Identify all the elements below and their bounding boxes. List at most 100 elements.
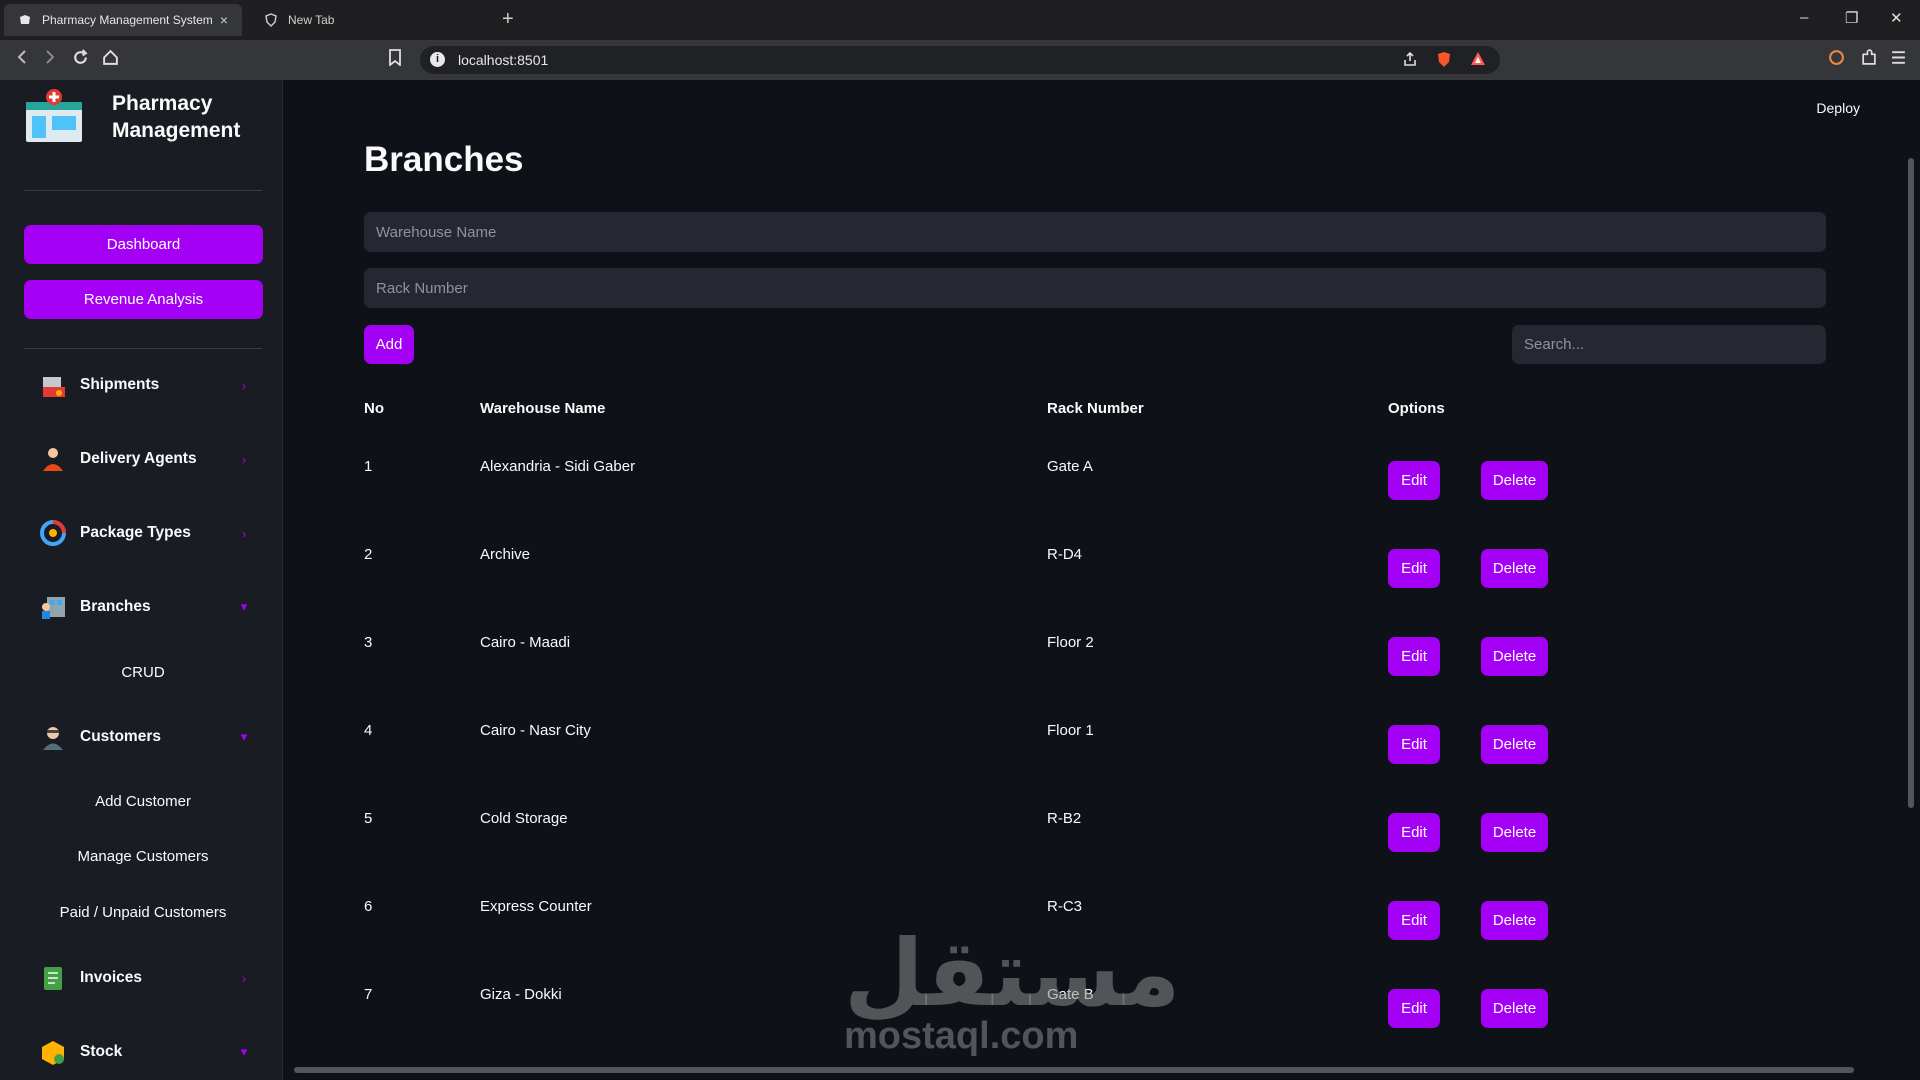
cell-no: 4	[364, 722, 373, 739]
edit-button[interactable]: Edit	[1388, 461, 1440, 500]
submenu-item-crud[interactable]: CRUD	[24, 664, 262, 681]
chevron-right-icon: ›	[241, 970, 247, 986]
customers-icon	[38, 722, 68, 752]
vertical-scrollbar[interactable]	[1908, 158, 1914, 808]
tab-new-tab[interactable]: New Tab	[250, 4, 490, 36]
cell-warehouse-name: Alexandria - Sidi Gaber	[480, 458, 636, 475]
browser-chrome: Pharmacy Management System × New Tab + –…	[0, 0, 1920, 80]
cell-warehouse-name: Cairo - Maadi	[480, 634, 571, 651]
edit-button[interactable]: Edit	[1388, 725, 1440, 764]
chevron-right-icon: ›	[241, 377, 247, 393]
tab-title: New Tab	[288, 13, 335, 27]
sidebar-item-delivery-agents[interactable]: Delivery Agents ›	[24, 439, 262, 479]
reload-icon[interactable]	[72, 49, 89, 71]
search-input[interactable]	[1512, 325, 1826, 364]
app-favicon-icon	[18, 13, 32, 27]
horizontal-scrollbar-track	[284, 1064, 1920, 1076]
back-icon[interactable]	[14, 49, 30, 70]
browser-toolbar: i localhost:8501	[0, 40, 1920, 80]
add-button[interactable]: Add	[364, 325, 414, 364]
brave-shield-icon[interactable]	[1436, 51, 1452, 73]
cell-rack-number: Gate A	[1047, 458, 1093, 475]
page-title: Branches	[364, 140, 524, 179]
sidebar-item-branches[interactable]: Branches ▾	[24, 587, 262, 627]
warehouse-name-input[interactable]	[364, 212, 1826, 252]
sidebar-item-label: Stock	[80, 1043, 123, 1060]
chevron-right-icon: ›	[241, 451, 247, 467]
revenue-analysis-button[interactable]: Revenue Analysis	[24, 280, 263, 319]
forward-icon[interactable]	[42, 49, 58, 70]
column-header-rack-number: Rack Number	[1047, 400, 1144, 417]
main-content: Deploy Branches Add No Warehouse Name Ra…	[284, 80, 1920, 1080]
bookmark-icon[interactable]	[388, 49, 402, 71]
cell-rack-number: R-D4	[1047, 546, 1083, 563]
edit-button[interactable]: Edit	[1388, 901, 1440, 940]
restore-icon[interactable]: ❐	[1845, 9, 1858, 27]
edit-button[interactable]: Edit	[1388, 989, 1440, 1028]
cell-no: 7	[364, 986, 373, 1003]
submenu-item-manage-customers[interactable]: Manage Customers	[24, 848, 262, 865]
delivery-agent-icon	[38, 444, 68, 474]
submenu-item-add-customer[interactable]: Add Customer	[24, 793, 262, 810]
sidebar-item-stock[interactable]: Stock ▾	[24, 1032, 262, 1072]
tab-bar: Pharmacy Management System × New Tab + –…	[0, 0, 1920, 40]
submenu-item-paid-unpaid-customers[interactable]: Paid / Unpaid Customers	[24, 904, 262, 921]
package-types-icon	[38, 518, 68, 548]
dashboard-button[interactable]: Dashboard	[24, 225, 263, 264]
cell-rack-number: Floor 2	[1047, 634, 1094, 651]
cell-warehouse-name: Cairo - Nasr City	[480, 722, 591, 739]
tab-pharmacy[interactable]: Pharmacy Management System ×	[4, 4, 242, 36]
shield-icon	[264, 13, 278, 27]
horizontal-scrollbar[interactable]	[294, 1067, 1854, 1073]
cell-warehouse-name: Archive	[480, 546, 531, 563]
watermark-text: mostaql.com	[844, 1015, 1079, 1057]
rewards-icon[interactable]	[1470, 51, 1486, 72]
cell-warehouse-name: Express Counter	[480, 898, 592, 915]
cell-rack-number: R-C3	[1047, 898, 1083, 915]
minimize-icon[interactable]: –	[1800, 9, 1808, 26]
stock-icon	[38, 1037, 68, 1067]
chevron-right-icon: ›	[241, 525, 247, 541]
delete-button[interactable]: Delete	[1481, 725, 1548, 764]
chevron-down-icon: ▾	[240, 729, 248, 744]
menu-icon[interactable]	[1890, 49, 1907, 71]
leo-ai-icon[interactable]	[1828, 49, 1845, 71]
sidebar-item-invoices[interactable]: Invoices ›	[24, 958, 262, 998]
cell-no: 1	[364, 458, 373, 475]
edit-button[interactable]: Edit	[1388, 813, 1440, 852]
url-text: localhost:8501	[458, 52, 549, 68]
extensions-icon[interactable]	[1860, 49, 1877, 71]
chevron-down-icon: ▾	[240, 599, 248, 614]
shipment-icon	[38, 370, 68, 400]
edit-button[interactable]: Edit	[1388, 637, 1440, 676]
sidebar-item-package-types[interactable]: Package Types ›	[24, 513, 262, 553]
rack-number-input[interactable]	[364, 268, 1826, 308]
deploy-button[interactable]: Deploy	[1816, 100, 1860, 116]
cell-warehouse-name: Cold Storage	[480, 810, 568, 827]
delete-button[interactable]: Delete	[1481, 549, 1548, 588]
delete-button[interactable]: Delete	[1481, 461, 1548, 500]
new-tab-icon[interactable]: +	[502, 8, 514, 31]
sidebar-item-label: Package Types	[80, 524, 191, 541]
share-icon[interactable]	[1402, 51, 1418, 72]
home-icon[interactable]	[102, 49, 119, 71]
sidebar-item-label: Delivery Agents	[80, 450, 197, 467]
delete-button[interactable]: Delete	[1481, 813, 1548, 852]
address-bar[interactable]: i localhost:8501	[420, 46, 1500, 74]
cell-no: 3	[364, 634, 373, 651]
sidebar-divider	[24, 348, 262, 349]
edit-button[interactable]: Edit	[1388, 549, 1440, 588]
delete-button[interactable]: Delete	[1481, 637, 1548, 676]
delete-button[interactable]: Delete	[1481, 989, 1548, 1028]
watermark-arabic: مستقل	[844, 923, 1181, 1025]
tab-close-icon[interactable]: ×	[220, 12, 228, 28]
cell-warehouse-name: Giza - Dokki	[480, 986, 562, 1003]
chevron-down-icon: ▾	[240, 1044, 248, 1059]
sidebar-item-label: Invoices	[80, 969, 143, 986]
close-window-icon[interactable]: ✕	[1890, 9, 1903, 27]
sidebar-item-shipments[interactable]: Shipments ›	[24, 365, 262, 405]
site-info-icon[interactable]: i	[430, 52, 445, 67]
sidebar-divider	[24, 190, 262, 191]
sidebar-item-customers[interactable]: Customers ▾	[24, 717, 262, 757]
delete-button[interactable]: Delete	[1481, 901, 1548, 940]
